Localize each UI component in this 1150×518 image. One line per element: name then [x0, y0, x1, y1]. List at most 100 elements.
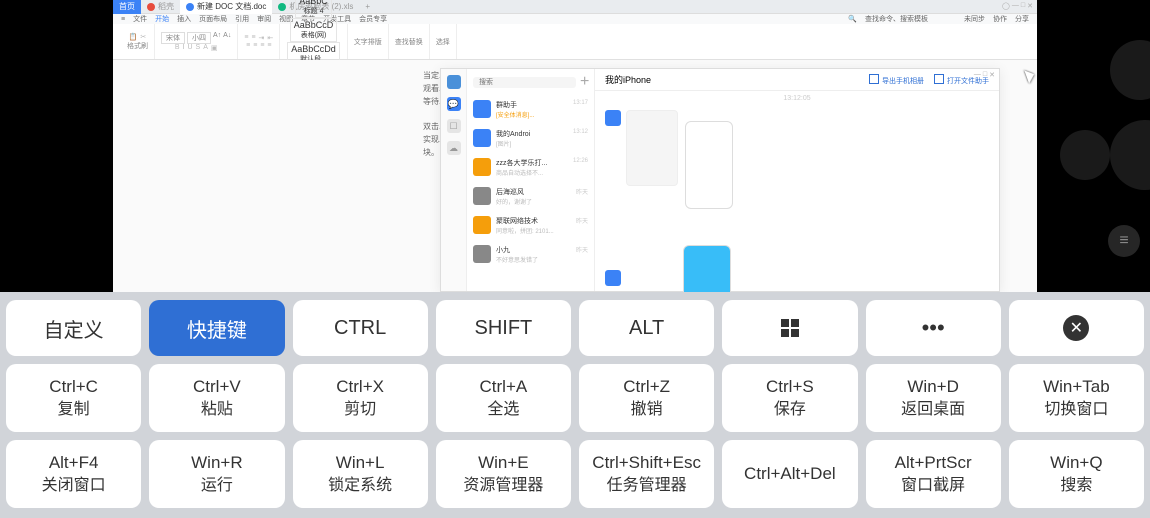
outdent-icon[interactable]: ⇤ — [267, 34, 273, 42]
kb-tab-more[interactable]: ••• — [866, 300, 1001, 356]
chat-avatar[interactable] — [447, 75, 461, 89]
bold-icon[interactable]: B — [175, 44, 180, 52]
menu-file[interactable]: 文件 — [133, 14, 147, 24]
tab-add[interactable]: + — [359, 0, 376, 13]
kb-key[interactable]: Win+E资源管理器 — [436, 440, 571, 508]
window-maximize[interactable]: □ — [1021, 2, 1025, 10]
kb-key[interactable]: Ctrl+S保存 — [722, 364, 857, 432]
chat-minimize[interactable]: — — [974, 71, 981, 79]
msg-avatar[interactable] — [605, 110, 621, 126]
export-photos-button[interactable]: 导出手机相册 — [869, 74, 924, 86]
font-color-icon[interactable]: A — [203, 44, 208, 52]
menu-ref[interactable]: 引用 — [235, 14, 249, 24]
kb-tab-custom[interactable]: 自定义 — [6, 300, 141, 356]
kb-tab-shift[interactable]: SHIFT — [436, 300, 571, 356]
paste-icon[interactable]: 📋 — [129, 33, 138, 41]
format-brush-label[interactable]: 格式刷 — [127, 41, 148, 51]
contact-item[interactable]: 我的Androi[图片]13:12 — [467, 124, 594, 153]
msg-image-bubble[interactable] — [626, 110, 678, 186]
kb-tab-win[interactable] — [722, 300, 857, 356]
kb-key[interactable]: Win+D返回桌面 — [866, 364, 1001, 432]
contact-item[interactable]: zzz各大学乐打...商品自动选择不...12:26 — [467, 153, 594, 182]
contact-item[interactable]: 后海巡风好的，谢谢了昨天 — [467, 182, 594, 211]
menu-search[interactable]: 查找命令、搜索模板 — [865, 14, 928, 24]
window-user-icon[interactable]: ◯ — [1002, 2, 1010, 10]
docer-icon — [147, 3, 155, 11]
contact-item[interactable]: 群助手[安全体消息]...13:17 — [467, 95, 594, 124]
menu-icon[interactable]: ≡ — [1108, 225, 1140, 257]
menu-share[interactable]: 分享 — [1015, 14, 1029, 24]
kb-key[interactable]: Win+Tab切换窗口 — [1009, 364, 1144, 432]
kb-key[interactable]: Ctrl+X剪切 — [293, 364, 428, 432]
kb-key[interactable]: Win+Q搜索 — [1009, 440, 1144, 508]
chat-body[interactable]: 13:12:05 — [595, 91, 999, 291]
align-right-icon[interactable]: ≡ — [260, 42, 264, 49]
window-minimize[interactable]: — — [1012, 2, 1019, 10]
kb-key-label: 返回桌面 — [901, 399, 965, 421]
italic-icon[interactable]: I — [183, 44, 185, 52]
contact-name: 后海巡风 — [496, 187, 571, 197]
kb-key[interactable]: Ctrl+Shift+Esc任务管理器 — [579, 440, 714, 508]
align-left-icon[interactable]: ≡ — [246, 42, 250, 49]
search-icon[interactable]: 🔍 — [848, 15, 857, 23]
msg-phone-preview[interactable] — [685, 121, 733, 209]
menu-review[interactable]: 审阅 — [257, 14, 271, 24]
chat-cloud-icon[interactable]: ☁ — [447, 141, 461, 155]
menu-sync[interactable]: 未同步 — [964, 14, 985, 24]
contact-item[interactable]: 聚联网络技术同意啦，拼团: 2101...昨天 — [467, 211, 594, 240]
kb-key[interactable]: Win+L锁定系统 — [293, 440, 428, 508]
select-button[interactable]: 选择 — [436, 37, 450, 47]
kb-tab-alt[interactable]: ALT — [579, 300, 714, 356]
kb-key[interactable]: Alt+PrtScr窗口截屏 — [866, 440, 1001, 508]
font-shrink-icon[interactable]: A↓ — [223, 32, 231, 44]
menu-file-dropdown[interactable]: ≡ — [121, 16, 125, 23]
kb-tab-shortcuts[interactable]: 快捷键 — [149, 300, 284, 356]
align-center-icon[interactable]: ≡ — [253, 42, 257, 49]
font-name[interactable]: 宋体 — [161, 32, 185, 44]
chat-files-icon[interactable]: ☐ — [447, 119, 461, 133]
tab-home[interactable]: 首页 — [113, 0, 141, 14]
style-table[interactable]: AaBbCcD表格(网) — [290, 18, 338, 42]
chat-messages-icon[interactable]: 💬 — [447, 97, 461, 111]
kb-key-combo: Win+Q — [1050, 452, 1102, 475]
add-contact-icon[interactable]: + — [580, 73, 589, 91]
contact-info: 后海巡风好的，谢谢了 — [496, 187, 571, 206]
contact-search-input[interactable] — [473, 77, 576, 88]
kb-key[interactable]: Alt+F4关闭窗口 — [6, 440, 141, 508]
kb-key[interactable]: Win+R运行 — [149, 440, 284, 508]
cut-icon[interactable]: ✂ — [140, 33, 146, 41]
tab-docer[interactable]: 稻壳 — [141, 0, 180, 14]
menu-insert[interactable]: 插入 — [177, 14, 191, 24]
menu-layout[interactable]: 页面布局 — [199, 14, 227, 24]
indent-icon[interactable]: ⇥ — [259, 34, 265, 42]
align-justify-icon[interactable]: ≡ — [267, 42, 271, 49]
menu-start[interactable]: 开始 — [155, 14, 169, 24]
menu-collab[interactable]: 协作 — [993, 14, 1007, 24]
msg-avatar[interactable] — [605, 270, 621, 286]
kb-key[interactable]: Ctrl+C复制 — [6, 364, 141, 432]
highlight-icon[interactable]: ▣ — [211, 44, 218, 52]
kb-key[interactable]: Ctrl+V粘贴 — [149, 364, 284, 432]
font-size[interactable]: 小四 — [187, 32, 211, 44]
font-grow-icon[interactable]: A↑ — [213, 32, 221, 44]
find-replace-button[interactable]: 查找替换 — [395, 37, 423, 47]
chat-maximize[interactable]: □ — [983, 71, 987, 79]
window-close[interactable]: ✕ — [1027, 2, 1033, 10]
tab-doc[interactable]: 新建 DOC 文档.doc — [180, 0, 272, 14]
kb-key[interactable]: Ctrl+A全选 — [436, 364, 571, 432]
kb-key[interactable]: Ctrl+Z撤销 — [579, 364, 714, 432]
text-layout-button[interactable]: 文字排版 — [354, 37, 382, 47]
chat-close[interactable]: ✕ — [989, 71, 995, 79]
list-bullet-icon[interactable]: ≡ — [244, 34, 248, 42]
tab-bar: 首页 稻壳 新建 DOC 文档.doc 机房巡检表 (2).xls + ◯ — … — [113, 0, 1037, 14]
underline-icon[interactable]: U — [187, 44, 192, 52]
kb-tab-ctrl[interactable]: CTRL — [293, 300, 428, 356]
kb-key-combo: Ctrl+V — [193, 376, 241, 399]
style-heading4[interactable]: AaBbC标题 4 — [295, 0, 332, 18]
kb-close-button[interactable]: ✕ — [1009, 300, 1144, 356]
contact-item[interactable]: 小九不好意思发错了昨天 — [467, 240, 594, 269]
kb-key[interactable]: Ctrl+Alt+Del — [722, 440, 857, 508]
menu-vip[interactable]: 会员专享 — [359, 14, 387, 24]
strike-icon[interactable]: S — [196, 44, 201, 52]
list-number-icon[interactable]: ≡ — [251, 34, 255, 42]
